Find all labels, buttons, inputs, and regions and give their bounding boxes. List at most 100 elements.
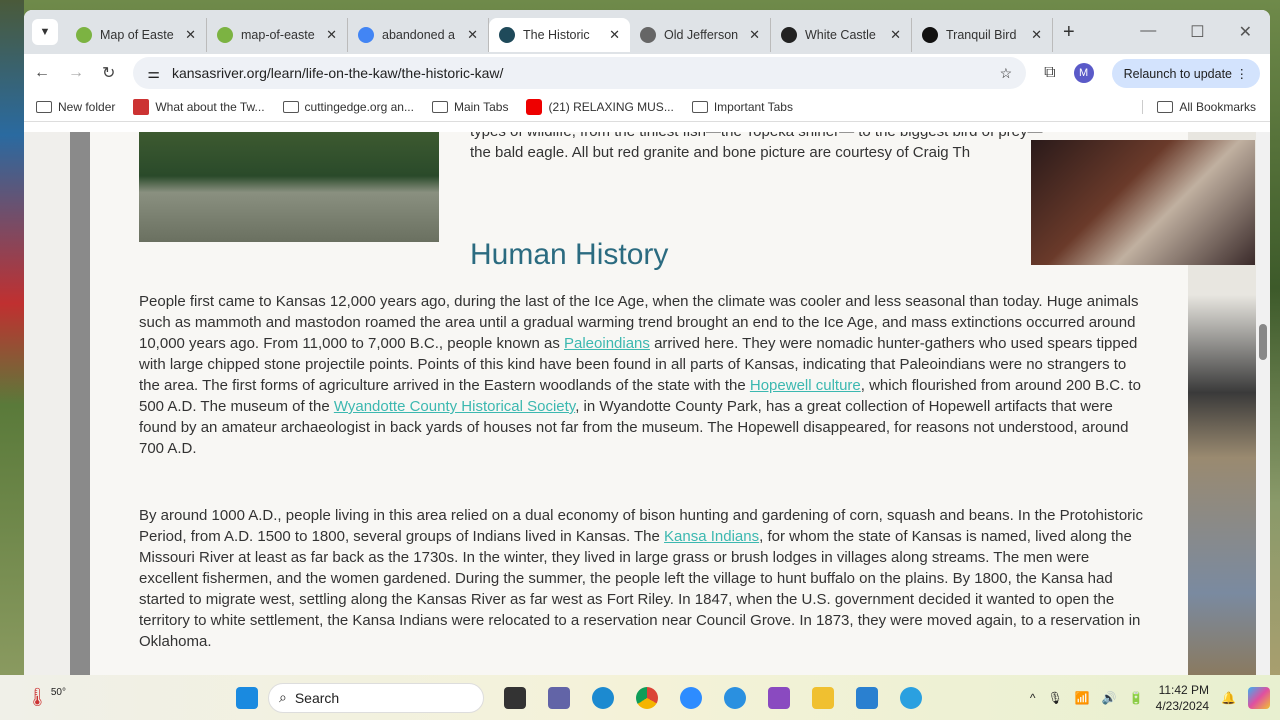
tab-title: Old Jefferson [664, 28, 739, 42]
telegram-icon[interactable] [900, 686, 922, 709]
windows-start-icon[interactable] [236, 686, 258, 709]
bookmark-relaxing-music[interactable]: (21) RELAXING MUS... [526, 98, 674, 115]
url-text[interactable]: kansasriver.org/learn/life-on-the-kaw/th… [172, 65, 503, 81]
taskbar: 🌡 50° ⌕ Search ^ 🎙 📶 🔊 🔋 11:42 PM 4/23/2024… [0, 675, 1280, 720]
maximize-button[interactable]: ☐ [1190, 22, 1204, 42]
tab-4[interactable]: Old Jefferson ✕ [630, 18, 771, 52]
folder-icon [691, 100, 708, 113]
close-window-button[interactable]: ✕ [1239, 22, 1252, 42]
kayak-river-photo [139, 132, 439, 242]
new-tab-button[interactable]: + [1063, 21, 1075, 44]
search-icon: ⌕ [279, 689, 287, 705]
address-bar[interactable]: ⚌ kansasriver.org/learn/life-on-the-kaw/… [133, 57, 1027, 89]
close-tab-icon[interactable]: ✕ [1031, 27, 1042, 43]
page-sidebar-bg [70, 132, 90, 675]
toolbar: ← → ↻ ⚌ kansasriver.org/learn/life-on-th… [24, 54, 1270, 92]
bookmark-cuttingedge[interactable]: cuttingedge.org an... [282, 100, 414, 114]
close-tab-icon[interactable]: ✕ [749, 27, 760, 43]
folder-icon [282, 100, 299, 113]
bookmark-important-tabs[interactable]: Important Tabs [691, 100, 793, 114]
paragraph-1: People first came to Kansas 12,000 years… [139, 291, 1149, 459]
section-heading: Human History [470, 238, 669, 271]
flag-icon [133, 98, 150, 115]
volume-icon[interactable]: 🔊 [1102, 691, 1117, 705]
an-logo-icon [781, 27, 797, 43]
relaunch-label: Relaunch to update [1123, 66, 1233, 81]
bookmark-what-about[interactable]: What about the Tw... [133, 98, 265, 115]
close-tab-icon[interactable]: ✕ [326, 27, 337, 43]
close-tab-icon[interactable]: ✕ [467, 27, 478, 43]
extensions-icon[interactable]: ⧉ [1044, 64, 1055, 82]
forward-button[interactable]: → [68, 64, 84, 82]
help-icon[interactable] [724, 686, 746, 709]
tab-title: The Historic [523, 28, 590, 42]
tab-title: Tranquil Bird [946, 28, 1017, 42]
bookmark-star-icon[interactable]: ☆ [1000, 65, 1013, 82]
google-icon [358, 27, 374, 43]
close-tab-icon[interactable]: ✕ [890, 27, 901, 43]
close-tab-icon[interactable]: ✕ [185, 27, 196, 43]
all-bookmarks[interactable]: All Bookmarks [1142, 99, 1270, 114]
zoom-icon[interactable] [680, 686, 702, 709]
scrollbar-thumb[interactable] [1259, 324, 1267, 360]
notification-bell-icon[interactable]: 🔔 [1221, 691, 1236, 705]
paragraph-2: By around 1000 A.D., people living in th… [139, 505, 1149, 652]
globe-green-icon [76, 27, 92, 43]
globe-green-icon [217, 27, 233, 43]
text: , for whom the state of Kansas is named,… [139, 528, 1141, 650]
paleoindians-link[interactable]: Paleoindians [564, 335, 650, 352]
tab-search-button[interactable]: ▼ [32, 19, 58, 45]
hopewell-culture-link[interactable]: Hopewell culture [750, 377, 861, 394]
time: 11:42 PM [1158, 682, 1210, 697]
battery-icon[interactable]: 🔋 [1129, 691, 1144, 705]
file-explorer-icon[interactable] [812, 686, 834, 709]
tab-title: Map of Easte [100, 28, 174, 42]
bookmark-main-tabs[interactable]: Main Tabs [431, 100, 508, 114]
chevron-up-icon[interactable]: ^ [1030, 691, 1036, 705]
tab-2[interactable]: abandoned a ✕ [348, 18, 489, 52]
teams-icon[interactable] [548, 686, 570, 709]
tab-title: White Castle [805, 28, 876, 42]
edge-icon[interactable] [592, 686, 614, 709]
taskbar-search[interactable]: ⌕ Search [268, 682, 484, 713]
webcam-overlay [1031, 140, 1255, 265]
kansa-indians-link[interactable]: Kansa Indians [664, 528, 759, 545]
tab-strip: ▼ Map of Easte ✕ map-of-easte ✕ abandoned a ✕… [24, 10, 1270, 54]
back-button[interactable]: ← [34, 64, 50, 82]
desktop-strip [0, 0, 24, 675]
globe-icon [640, 27, 656, 43]
tab-6[interactable]: Tranquil Bird ✕ [912, 18, 1053, 52]
copilot-icon[interactable] [1248, 686, 1270, 709]
thermometer-icon: 🌡 [26, 687, 49, 707]
weather-widget[interactable]: 🌡 50° [26, 687, 236, 708]
tab-title: abandoned a [382, 28, 455, 42]
clipchamp-icon[interactable] [768, 686, 790, 709]
kansas-river-icon [499, 27, 515, 43]
scrollbar[interactable] [1256, 132, 1270, 675]
minimize-button[interactable]: — [1140, 22, 1156, 42]
tab-title: map-of-easte [241, 28, 315, 42]
folder-icon [1157, 100, 1174, 113]
site-info-icon[interactable]: ⚌ [147, 65, 160, 82]
folder-icon [36, 100, 52, 113]
wyandotte-society-link[interactable]: Wyandotte County Historical Society [334, 398, 575, 415]
article: types of wildlife, from the tiniest fish… [90, 132, 1188, 675]
temperature: 50° [50, 687, 66, 698]
photos-icon[interactable] [856, 686, 878, 709]
tab-1[interactable]: map-of-easte ✕ [207, 18, 348, 52]
chrome-icon[interactable] [636, 686, 658, 709]
relaunch-button[interactable]: Relaunch to update ⋮ [1111, 58, 1260, 88]
tab-5[interactable]: White Castle ✕ [771, 18, 912, 52]
bookmark-new-folder[interactable]: New folder [36, 100, 115, 114]
terminal-icon[interactable] [504, 686, 526, 709]
profile-avatar[interactable]: M [1073, 63, 1094, 83]
wifi-icon[interactable]: 📶 [1075, 691, 1090, 705]
close-tab-icon[interactable]: ✕ [609, 27, 620, 43]
clock[interactable]: 11:42 PM 4/23/2024 [1156, 682, 1209, 714]
page-margin [24, 132, 70, 675]
tab-3[interactable]: The Historic ✕ [489, 18, 630, 52]
tab-0[interactable]: Map of Easte ✕ [66, 18, 207, 52]
reload-button[interactable]: ↻ [102, 63, 115, 83]
microphone-icon[interactable]: 🎙 [1048, 691, 1063, 705]
browser-window: ▼ Map of Easte ✕ map-of-easte ✕ abandoned a ✕… [24, 10, 1270, 675]
